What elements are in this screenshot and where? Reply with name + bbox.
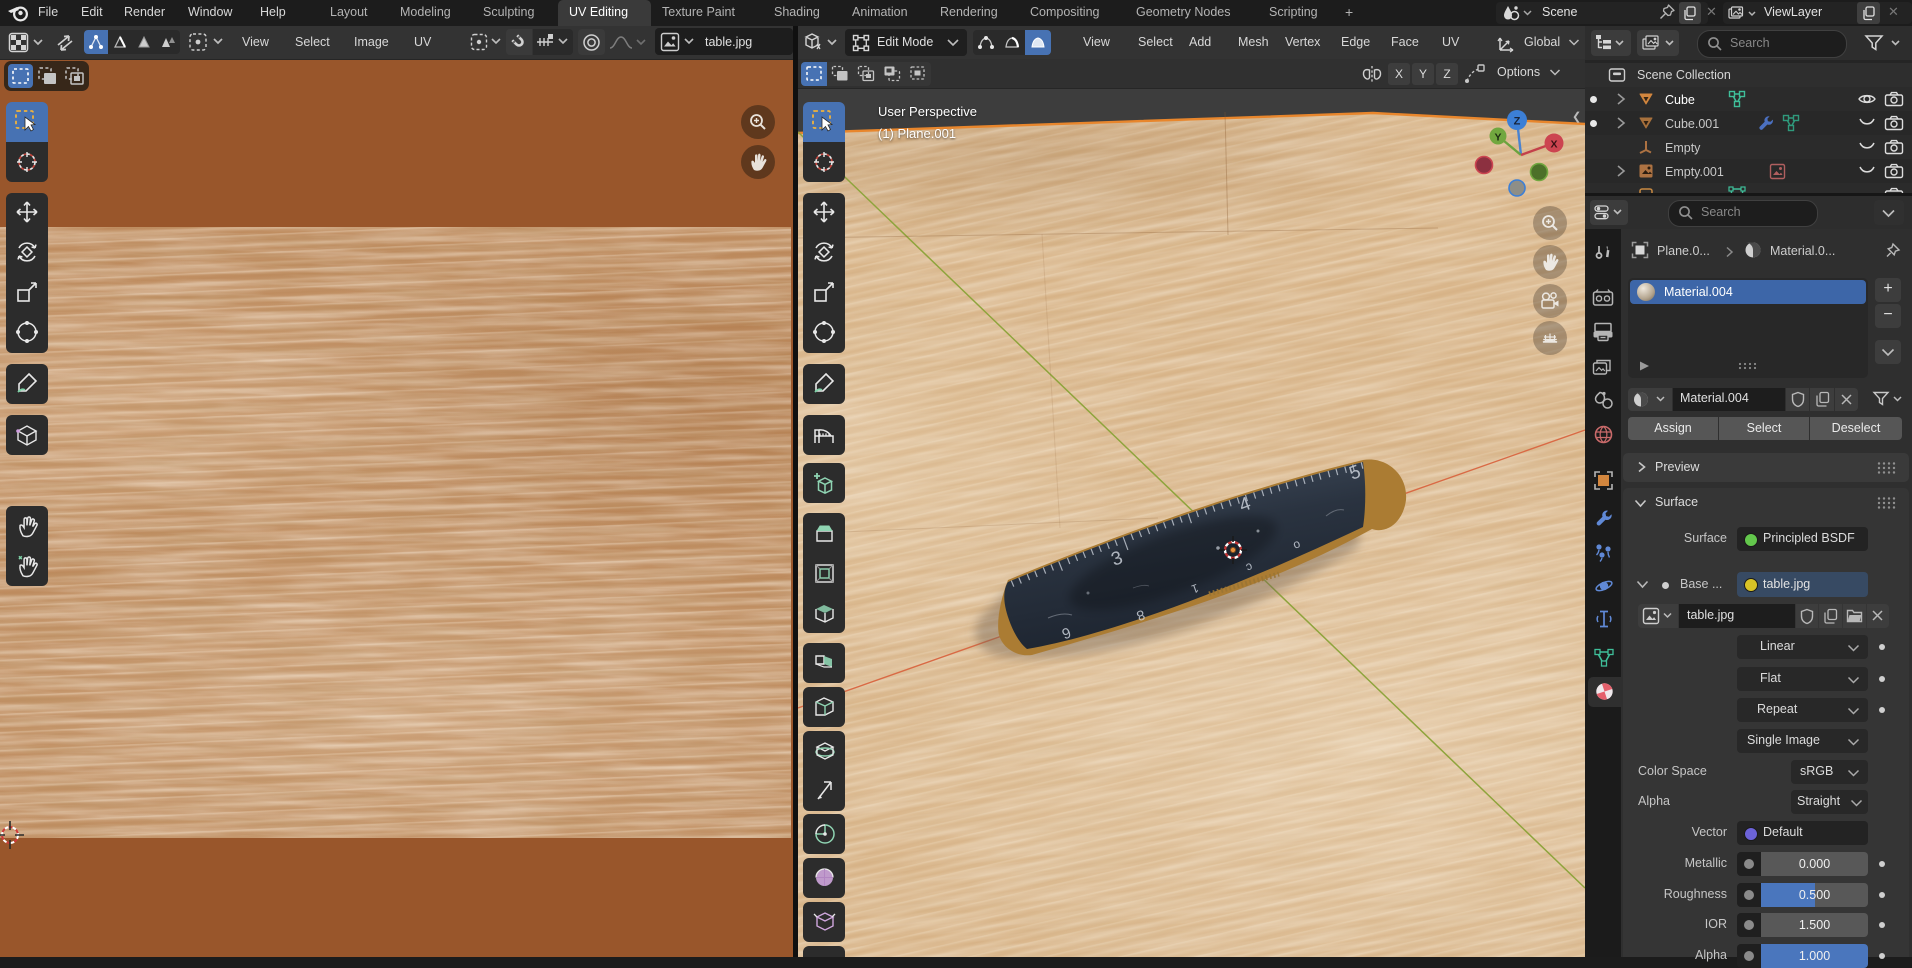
svg-text:X: X [1550,139,1557,151]
svg-text:Z: Z [1514,116,1521,128]
svg-text:Y: Y [1494,132,1501,144]
